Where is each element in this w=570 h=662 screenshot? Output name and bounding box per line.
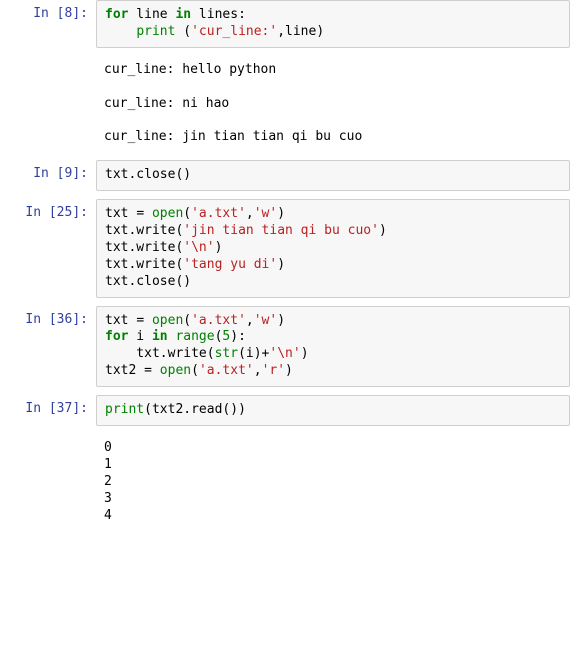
paren-token: (): [222, 402, 238, 417]
text-token: ,: [246, 313, 254, 328]
text-token: txt2: [105, 363, 144, 378]
text-token: txt.write(: [105, 223, 183, 238]
text-token: ): [301, 346, 309, 361]
builtin-token: str: [215, 346, 238, 361]
text-token: (i): [238, 346, 261, 361]
code-input[interactable]: txt.close(): [96, 160, 570, 191]
code-cell: In [36]:txt = open('a.txt','w') for i in…: [0, 306, 570, 388]
text-token: (: [191, 363, 199, 378]
builtin-token: open: [152, 313, 183, 328]
code-input[interactable]: txt = open('a.txt','w') for i in range(5…: [96, 306, 570, 388]
code-input[interactable]: for line in lines: print ('cur_line:',li…: [96, 0, 570, 48]
text-token: (: [183, 313, 191, 328]
output-text: cur_line: hello python cur_line: ni hao …: [96, 56, 570, 152]
text-token: ,: [254, 363, 262, 378]
code-cell: In [37]:print(txt2.read()): [0, 395, 570, 426]
text-token: txt.write(: [105, 346, 215, 361]
text-token: ): [215, 240, 223, 255]
input-prompt: In [36]:: [0, 306, 96, 388]
string-token: 'cur_line:': [191, 24, 277, 39]
text-token: i: [128, 329, 151, 344]
code-cell: In [8]:for line in lines: print ('cur_li…: [0, 0, 570, 48]
text-token: ): [277, 257, 285, 272]
text-token: ): [277, 206, 285, 221]
text-token: txt.close: [105, 167, 175, 182]
text-token: =: [144, 363, 160, 378]
keyword-token: in: [175, 7, 191, 22]
keyword-token: for: [105, 329, 128, 344]
code-cell: In [25]:txt = open('a.txt','w') txt.writ…: [0, 199, 570, 297]
input-prompt: In [8]:: [0, 0, 96, 48]
text-token: txt.write(: [105, 240, 183, 255]
text-token: [105, 24, 136, 39]
builtin-token: open: [152, 206, 183, 221]
text-token: txt: [105, 206, 136, 221]
text-token: (: [183, 206, 191, 221]
text-token: (txt2.read: [144, 402, 222, 417]
paren-token: (): [175, 274, 191, 289]
string-token: 'a.txt': [199, 363, 254, 378]
output-cell: 0 1 2 3 4: [0, 434, 570, 530]
output-cell: cur_line: hello python cur_line: ni hao …: [0, 56, 570, 152]
text-token: ): [379, 223, 387, 238]
builtin-token: range: [175, 329, 214, 344]
output-prompt: [0, 434, 96, 530]
text-token: ): [285, 363, 293, 378]
text-token: line: [128, 7, 175, 22]
code-cell: In [9]:txt.close(): [0, 160, 570, 191]
string-token: '\n': [269, 346, 300, 361]
notebook-container: In [8]:for line in lines: print ('cur_li…: [0, 0, 570, 530]
string-token: 'r': [262, 363, 285, 378]
text-token: =: [136, 206, 152, 221]
text-token: lines:: [191, 7, 246, 22]
string-token: 'jin tian tian qi bu cuo': [183, 223, 379, 238]
output-prompt: [0, 56, 96, 152]
string-token: '\n': [183, 240, 214, 255]
text-token: txt.write(: [105, 257, 183, 272]
text-token: =: [136, 313, 152, 328]
text-token: (: [175, 24, 191, 39]
input-prompt: In [37]:: [0, 395, 96, 426]
output-text: 0 1 2 3 4: [96, 434, 570, 530]
string-token: 'w': [254, 313, 277, 328]
builtin-token: print: [105, 402, 144, 417]
string-token: 'tang yu di': [183, 257, 277, 272]
input-prompt: In [9]:: [0, 160, 96, 191]
text-token: txt: [105, 313, 136, 328]
paren-token: (): [175, 167, 191, 182]
text-token: ):: [230, 329, 246, 344]
string-token: 'w': [254, 206, 277, 221]
keyword-token: in: [152, 329, 168, 344]
input-prompt: In [25]:: [0, 199, 96, 297]
string-token: 'a.txt': [191, 206, 246, 221]
code-input[interactable]: txt = open('a.txt','w') txt.write('jin t…: [96, 199, 570, 297]
text-token: ): [277, 313, 285, 328]
code-input[interactable]: print(txt2.read()): [96, 395, 570, 426]
string-token: 'a.txt': [191, 313, 246, 328]
keyword-token: for: [105, 7, 128, 22]
text-token: txt.close: [105, 274, 175, 289]
text-token: ,line): [277, 24, 324, 39]
text-token: ,: [246, 206, 254, 221]
builtin-token: print: [136, 24, 175, 39]
builtin-token: open: [160, 363, 191, 378]
text-token: ): [238, 402, 246, 417]
